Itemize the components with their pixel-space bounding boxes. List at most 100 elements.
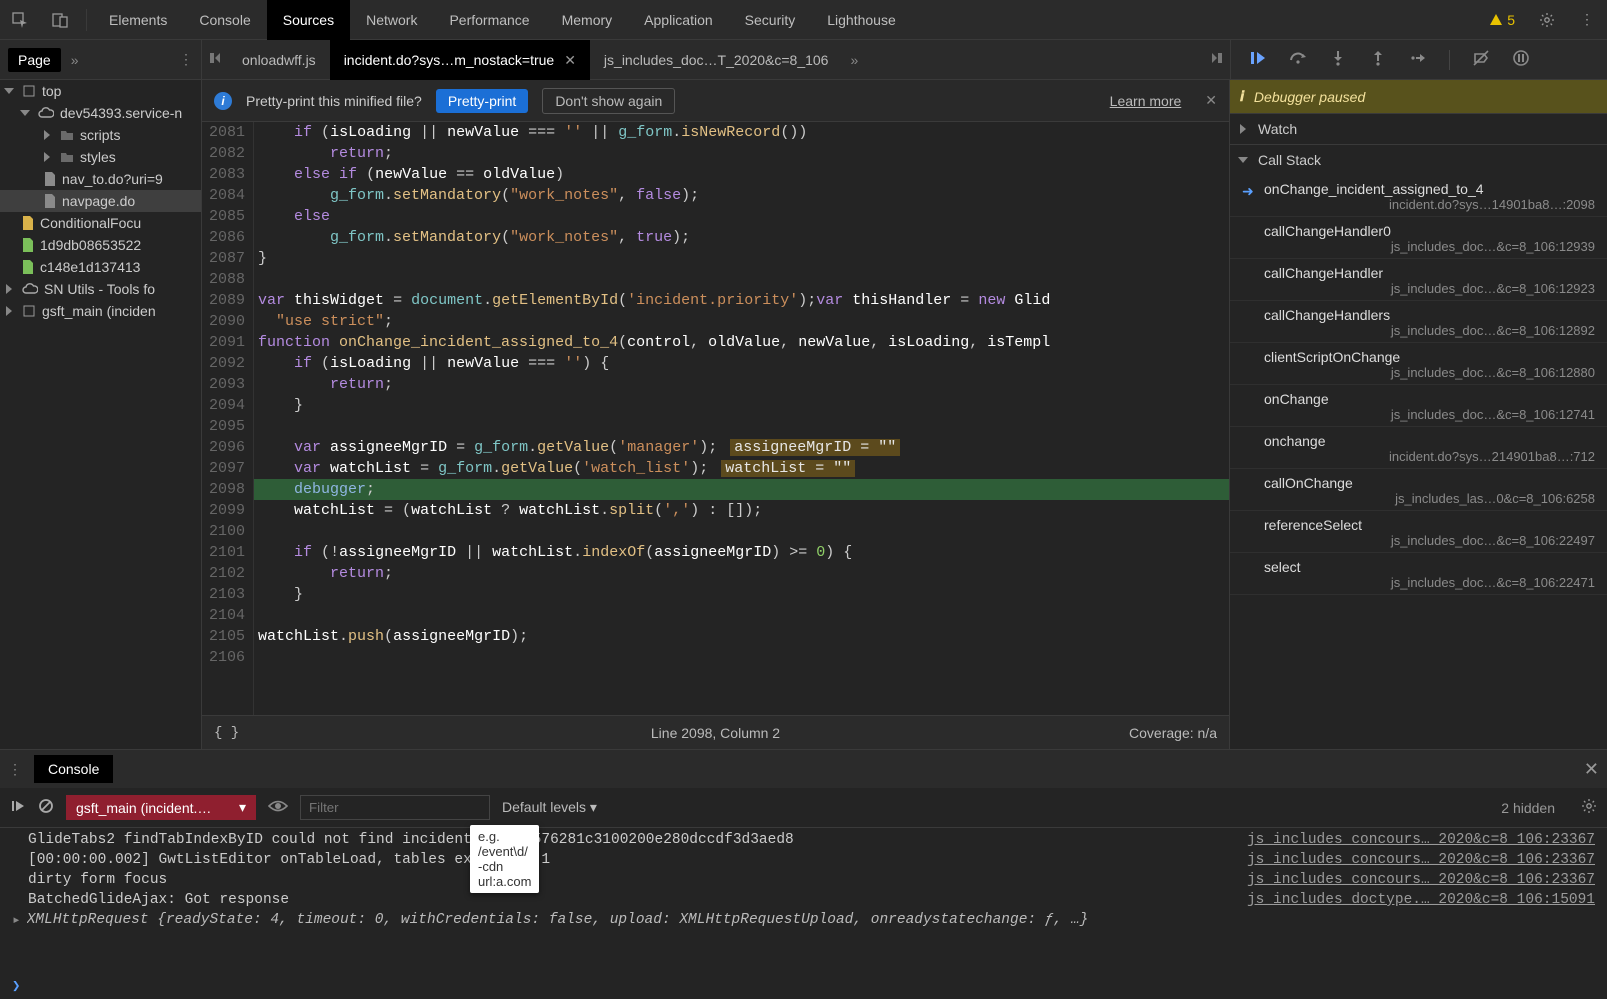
- callstack-frame[interactable]: ➜onChange_incident_assigned_to_4incident…: [1230, 175, 1607, 217]
- console-settings-icon[interactable]: [1581, 798, 1597, 817]
- console-sidebar-toggle-icon[interactable]: [10, 798, 26, 817]
- log-levels-dropdown[interactable]: Default levels ▾: [502, 799, 597, 816]
- close-drawer-icon[interactable]: ✕: [1584, 759, 1599, 780]
- filetab-overflow-icon[interactable]: »: [850, 52, 858, 68]
- navigator-more-icon[interactable]: »: [71, 52, 79, 68]
- editor-pane: i Pretty-print this minified file? Prett…: [202, 80, 1230, 749]
- top-tab-elements[interactable]: Elements: [93, 0, 183, 40]
- top-tab-memory[interactable]: Memory: [546, 0, 629, 40]
- file-tab[interactable]: onloadwff.js: [228, 40, 330, 80]
- tree-node[interactable]: gsft_main (inciden: [0, 300, 201, 322]
- top-tab-network[interactable]: Network: [350, 0, 433, 40]
- line-gutter: 2081208220832084208520862087208820892090…: [202, 122, 254, 715]
- main-body: topdev54393.service-nscriptsstylesnav_to…: [0, 80, 1607, 749]
- console-filter[interactable]: e.g. /event\d/ -cdn url:a.com: [300, 795, 490, 820]
- file-tab-bar: onloadwff.jsincident.do?sys…m_nostack=tr…: [202, 40, 1230, 79]
- log-source-link[interactable]: js_includes_concours…_2020&c=8_106:23367: [1247, 872, 1595, 888]
- hidden-count[interactable]: 2 hidden: [1501, 800, 1555, 816]
- page-tab[interactable]: Page: [8, 48, 61, 72]
- console-log-row[interactable]: dirty form focusjs_includes_concours…_20…: [0, 870, 1607, 890]
- coverage-status: Coverage: n/a: [1129, 725, 1217, 741]
- watch-section[interactable]: Watch: [1230, 113, 1607, 144]
- code-content[interactable]: if (isLoading || newValue === '' || g_fo…: [254, 122, 1229, 715]
- log-source-link[interactable]: js_includes_concours…_2020&c=8_106:23367: [1247, 852, 1595, 868]
- editor-statusbar: { } Line 2098, Column 2 Coverage: n/a: [202, 715, 1229, 749]
- step-over-icon[interactable]: [1289, 49, 1307, 70]
- callstack-frame[interactable]: callChangeHandler0js_includes_doc…&c=8_1…: [1230, 217, 1607, 259]
- top-tab-performance[interactable]: Performance: [433, 0, 545, 40]
- console-log-row[interactable]: [00:00:00.002] GwtListEditor onTableLoad…: [0, 850, 1607, 870]
- console-drawer: ⋮ Console ✕ gsft_main (incident.…▾ e.g. …: [0, 749, 1607, 999]
- callstack-frame[interactable]: selectjs_includes_doc…&c=8_106:22471: [1230, 553, 1607, 595]
- filetab-prev-icon[interactable]: [202, 51, 228, 68]
- clear-console-icon[interactable]: [38, 798, 54, 817]
- filter-tooltip: e.g. /event\d/ -cdn url:a.com: [470, 825, 539, 893]
- filetab-next-icon[interactable]: [1204, 51, 1230, 68]
- top-tab-sources[interactable]: Sources: [267, 0, 350, 40]
- step-into-icon[interactable]: [1329, 49, 1347, 70]
- debugger-controls: [1230, 40, 1607, 79]
- console-prompt[interactable]: ❯: [0, 974, 1607, 999]
- top-tab-security[interactable]: Security: [729, 0, 812, 40]
- file-tab[interactable]: incident.do?sys…m_nostack=true✕: [330, 40, 590, 80]
- resume-icon[interactable]: [1249, 49, 1267, 70]
- tree-node[interactable]: nav_to.do?uri=9: [0, 168, 201, 190]
- context-selector[interactable]: gsft_main (incident.…▾: [66, 795, 256, 820]
- file-tree[interactable]: topdev54393.service-nscriptsstylesnav_to…: [0, 80, 202, 749]
- callstack-frame[interactable]: onChangejs_includes_doc…&c=8_106:12741: [1230, 385, 1607, 427]
- settings-gear-icon[interactable]: [1533, 6, 1561, 34]
- dont-show-button[interactable]: Don't show again: [542, 88, 675, 114]
- close-tab-icon[interactable]: ✕: [564, 40, 576, 80]
- inspect-icon[interactable]: [6, 6, 34, 34]
- navigator-header: Page » ⋮: [0, 40, 202, 79]
- tree-node[interactable]: 1d9db08653522: [0, 234, 201, 256]
- tree-node[interactable]: c148e1d137413: [0, 256, 201, 278]
- learn-more-link[interactable]: Learn more: [1110, 93, 1182, 109]
- top-tab-console[interactable]: Console: [183, 0, 266, 40]
- deactivate-breakpoints-icon[interactable]: [1472, 49, 1490, 70]
- tree-node[interactable]: navpage.do: [0, 190, 201, 212]
- callstack-frame[interactable]: clientScriptOnChangejs_includes_doc…&c=8…: [1230, 343, 1607, 385]
- callstack-frame[interactable]: onchangeincident.do?sys…214901ba8…:712: [1230, 427, 1607, 469]
- console-log-row[interactable]: GlideTabs2 findTabIndexByID could not fi…: [0, 830, 1607, 850]
- step-out-icon[interactable]: [1369, 49, 1387, 70]
- device-toggle-icon[interactable]: [46, 6, 74, 34]
- log-source-link[interactable]: js_includes_doctype.…_2020&c=8_106:15091: [1247, 892, 1595, 908]
- tree-node[interactable]: ConditionalFocu: [0, 212, 201, 234]
- tree-node[interactable]: top: [0, 80, 201, 102]
- tree-node[interactable]: dev54393.service-n: [0, 102, 201, 124]
- drawer-kebab-icon[interactable]: ⋮: [8, 761, 22, 778]
- sources-subheader: Page » ⋮ onloadwff.jsincident.do?sys…m_n…: [0, 40, 1607, 80]
- close-bar-icon[interactable]: ✕: [1205, 92, 1217, 109]
- callstack-frame[interactable]: callOnChangejs_includes_las…0&c=8_106:62…: [1230, 469, 1607, 511]
- pretty-print-button[interactable]: Pretty-print: [436, 89, 528, 113]
- console-log-list[interactable]: GlideTabs2 findTabIndexByID could not fi…: [0, 828, 1607, 974]
- debugger-paused-banner: 𝒊 Debugger paused: [1230, 80, 1607, 113]
- tree-node[interactable]: SN Utils - Tools fo: [0, 278, 201, 300]
- pause-exceptions-icon[interactable]: [1512, 49, 1530, 70]
- warning-count[interactable]: 5: [1489, 12, 1515, 28]
- top-tab-application[interactable]: Application: [628, 0, 729, 40]
- tree-node[interactable]: scripts: [0, 124, 201, 146]
- code-editor[interactable]: 2081208220832084208520862087208820892090…: [202, 122, 1229, 715]
- callstack-frame[interactable]: callChangeHandlerjs_includes_doc…&c=8_10…: [1230, 259, 1607, 301]
- console-tab[interactable]: Console: [34, 755, 113, 783]
- top-tab-lighthouse[interactable]: Lighthouse: [811, 0, 912, 40]
- navigator-kebab-icon[interactable]: ⋮: [179, 51, 193, 68]
- cursor-position: Line 2098, Column 2: [651, 725, 780, 741]
- pretty-print-msg: Pretty-print this minified file?: [246, 93, 422, 109]
- kebab-menu-icon[interactable]: ⋮: [1573, 6, 1601, 34]
- braces-icon[interactable]: { }: [214, 725, 239, 741]
- callstack-frame[interactable]: callChangeHandlersjs_includes_doc…&c=8_1…: [1230, 301, 1607, 343]
- tree-node[interactable]: styles: [0, 146, 201, 168]
- live-expression-icon[interactable]: [268, 799, 288, 816]
- step-icon[interactable]: [1409, 49, 1427, 70]
- console-toolbar: gsft_main (incident.…▾ e.g. /event\d/ -c…: [0, 788, 1607, 828]
- console-filter-input[interactable]: [300, 795, 490, 820]
- file-tab[interactable]: js_includes_doc…T_2020&c=8_106: [590, 40, 843, 80]
- expand-icon[interactable]: [1240, 124, 1246, 134]
- expand-icon[interactable]: [1238, 157, 1248, 163]
- log-source-link[interactable]: js_includes_concours…_2020&c=8_106:23367: [1247, 832, 1595, 848]
- console-log-row[interactable]: BatchedGlideAjax: Got responsejs_include…: [0, 890, 1607, 910]
- callstack-frame[interactable]: referenceSelectjs_includes_doc…&c=8_106:…: [1230, 511, 1607, 553]
